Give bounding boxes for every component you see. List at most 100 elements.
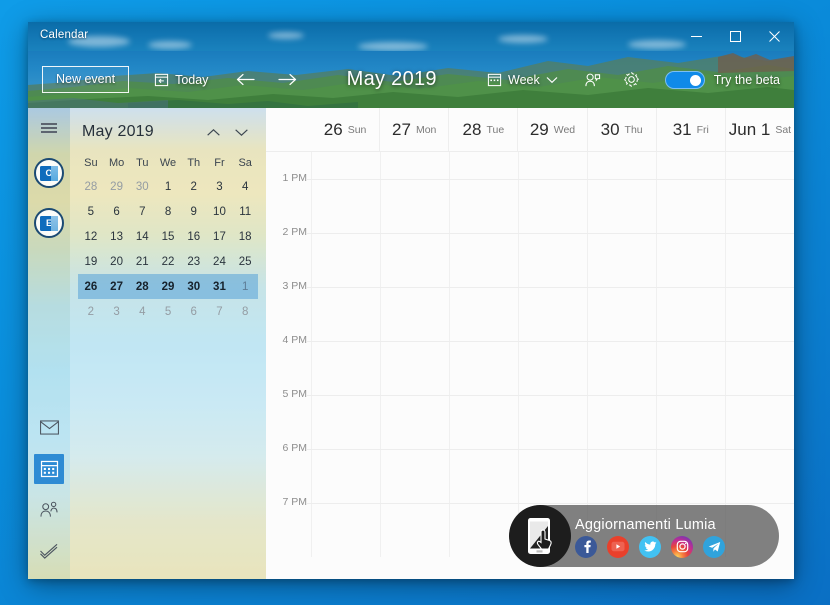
hour-slot[interactable] bbox=[656, 449, 725, 503]
hour-slot[interactable] bbox=[587, 287, 656, 341]
hour-slot[interactable] bbox=[725, 233, 794, 287]
mini-calendar-day[interactable]: 3 bbox=[207, 174, 233, 199]
mini-calendar-day[interactable]: 21 bbox=[129, 249, 155, 274]
hour-slot[interactable] bbox=[311, 179, 380, 233]
hour-slot[interactable] bbox=[311, 449, 380, 503]
hour-slot[interactable] bbox=[656, 287, 725, 341]
week-day-column-header[interactable]: 26 Sun bbox=[311, 108, 379, 151]
mini-calendar-day[interactable]: 1 bbox=[155, 174, 181, 199]
mini-calendar-day[interactable]: 17 bbox=[207, 224, 233, 249]
beta-toggle[interactable]: Try the beta bbox=[664, 70, 780, 89]
hour-slot[interactable] bbox=[449, 503, 518, 557]
today-button[interactable]: Today bbox=[147, 67, 215, 92]
hour-slot[interactable] bbox=[518, 395, 587, 449]
mini-calendar-day[interactable]: 16 bbox=[181, 224, 207, 249]
hour-slot[interactable] bbox=[656, 179, 725, 233]
mini-calendar-day[interactable]: 4 bbox=[232, 174, 258, 199]
hour-slot[interactable] bbox=[656, 341, 725, 395]
mini-calendar-day[interactable]: 4 bbox=[129, 299, 155, 324]
hour-slot[interactable] bbox=[449, 152, 518, 179]
mini-calendar-day[interactable]: 9 bbox=[181, 199, 207, 224]
mini-calendar-day[interactable]: 6 bbox=[104, 199, 130, 224]
hour-slot[interactable] bbox=[518, 449, 587, 503]
hour-slot[interactable] bbox=[449, 395, 518, 449]
hour-slot[interactable] bbox=[380, 449, 449, 503]
maximize-button[interactable] bbox=[716, 22, 755, 51]
mini-calendar-day[interactable]: 24 bbox=[207, 249, 233, 274]
mini-calendar-prev-button[interactable] bbox=[200, 120, 226, 144]
hour-slot[interactable] bbox=[725, 179, 794, 233]
mini-calendar-day[interactable]: 27 bbox=[104, 274, 130, 299]
mini-calendar-day[interactable]: 19 bbox=[78, 249, 104, 274]
account-exchange[interactable]: E bbox=[28, 198, 70, 248]
mini-calendar-day[interactable]: 29 bbox=[104, 174, 130, 199]
mini-calendar-day[interactable]: 29 bbox=[155, 274, 181, 299]
mini-calendar-day[interactable]: 1 bbox=[232, 274, 258, 299]
hour-slot[interactable] bbox=[380, 503, 449, 557]
new-event-button[interactable]: New event bbox=[42, 66, 130, 93]
next-week-button[interactable] bbox=[271, 66, 303, 94]
mini-calendar-week[interactable]: 5 6 7 8 9 10 11 bbox=[78, 199, 258, 224]
mini-calendar-day[interactable]: 25 bbox=[232, 249, 258, 274]
hour-slot[interactable] bbox=[380, 341, 449, 395]
mini-calendar-day[interactable]: 28 bbox=[78, 174, 104, 199]
hour-slot[interactable] bbox=[518, 233, 587, 287]
youtube-icon[interactable] bbox=[607, 535, 629, 558]
mini-calendar-day[interactable]: 5 bbox=[78, 199, 104, 224]
mini-calendar-day[interactable]: 31 bbox=[207, 274, 233, 299]
hour-slot[interactable] bbox=[518, 179, 587, 233]
hour-slot[interactable] bbox=[311, 233, 380, 287]
share-button[interactable] bbox=[577, 67, 608, 93]
hour-slot[interactable] bbox=[725, 449, 794, 503]
hour-slot[interactable] bbox=[380, 152, 449, 179]
instagram-icon[interactable] bbox=[671, 535, 693, 558]
week-day-column-header[interactable]: 28 Tue bbox=[448, 108, 517, 151]
hour-slot[interactable] bbox=[518, 287, 587, 341]
mini-calendar-week[interactable]: 19 20 21 22 23 24 25 bbox=[78, 249, 258, 274]
mini-calendar-day[interactable]: 26 bbox=[78, 274, 104, 299]
mini-calendar-day[interactable]: 12 bbox=[78, 224, 104, 249]
hour-slot[interactable] bbox=[587, 449, 656, 503]
rail-item-todo[interactable] bbox=[28, 530, 70, 571]
mini-calendar-day[interactable]: 22 bbox=[155, 249, 181, 274]
hour-slot[interactable] bbox=[311, 287, 380, 341]
close-button[interactable] bbox=[755, 22, 794, 51]
previous-week-button[interactable] bbox=[229, 66, 261, 94]
hour-slot[interactable] bbox=[311, 395, 380, 449]
hour-slot[interactable] bbox=[725, 395, 794, 449]
hour-slot[interactable] bbox=[725, 341, 794, 395]
notification-toast[interactable]: Aggiornamenti Lumia bbox=[509, 505, 779, 567]
rail-item-mail[interactable] bbox=[28, 407, 70, 448]
mini-calendar-day[interactable]: 28 bbox=[129, 274, 155, 299]
hour-slot[interactable] bbox=[449, 233, 518, 287]
hour-slot[interactable] bbox=[311, 152, 380, 179]
account-outlook[interactable]: O bbox=[28, 148, 70, 198]
hour-slot[interactable] bbox=[449, 449, 518, 503]
hour-slot[interactable] bbox=[656, 152, 725, 179]
hour-slot[interactable] bbox=[587, 152, 656, 179]
week-day-column-header[interactable]: Jun 1 Sat bbox=[724, 108, 794, 151]
hour-slot[interactable] bbox=[449, 287, 518, 341]
hour-slot[interactable] bbox=[656, 395, 725, 449]
hour-slot[interactable] bbox=[587, 395, 656, 449]
week-day-column-header[interactable]: 31 Fri bbox=[655, 108, 725, 151]
facebook-icon[interactable] bbox=[575, 535, 597, 558]
mini-calendar-day[interactable]: 8 bbox=[155, 199, 181, 224]
beta-toggle-track[interactable] bbox=[664, 70, 705, 89]
mini-calendar-day[interactable]: 30 bbox=[181, 274, 207, 299]
mini-calendar-week[interactable]: 2345678 bbox=[78, 299, 258, 324]
hour-slot[interactable] bbox=[380, 287, 449, 341]
rail-item-calendar[interactable] bbox=[28, 448, 70, 489]
week-day-column-header[interactable]: 30 Thu bbox=[586, 108, 656, 151]
mini-calendar-day[interactable]: 7 bbox=[129, 199, 155, 224]
mini-calendar-day[interactable]: 2 bbox=[78, 299, 104, 324]
hour-slot[interactable] bbox=[725, 287, 794, 341]
week-day-column-header[interactable]: 27 Mon bbox=[379, 108, 448, 151]
hour-slot[interactable] bbox=[380, 233, 449, 287]
mini-calendar-week-selected[interactable]: 26 27 28 29 30 31 1 bbox=[78, 274, 258, 299]
mini-calendar-day[interactable]: 18 bbox=[232, 224, 258, 249]
twitter-icon[interactable] bbox=[639, 535, 661, 558]
hour-slot[interactable] bbox=[725, 152, 794, 179]
hour-slot[interactable] bbox=[518, 152, 587, 179]
hamburger-menu-icon[interactable] bbox=[28, 108, 70, 148]
